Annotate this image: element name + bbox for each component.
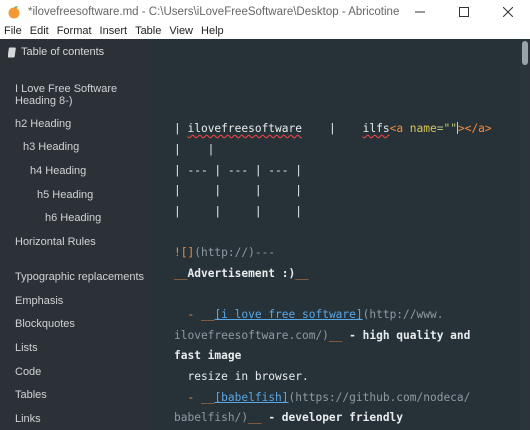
close-button[interactable] xyxy=(486,0,530,24)
editor-line-advertisement: __Advertisement :)__ xyxy=(174,267,309,280)
toc-item-links[interactable]: Links xyxy=(15,413,41,426)
menu-edit[interactable]: Edit xyxy=(30,24,49,39)
editor-line-table-separator: | --- | --- | --- | xyxy=(174,164,302,177)
markdown-editor[interactable]: | ilovefreesoftware | ilfs<a name=""></a… xyxy=(150,39,520,430)
abricotine-app-icon xyxy=(6,4,22,20)
editor-line-table-header: | ilovefreesoftware | ilfs<a name=""></a… xyxy=(174,122,492,135)
editor-line-list-item-1-cont: ilovefreesoftware.com/)__ - high quality… xyxy=(174,329,471,342)
toc-item-h5[interactable]: h5 Heading xyxy=(37,189,93,202)
editor-line-list-item-2: - __[babelfish](https://github.com/nodec… xyxy=(174,391,471,404)
toc-item-blockquotes[interactable]: Blockquotes xyxy=(15,318,75,331)
editor-line-2: | | xyxy=(174,143,215,156)
title-bar: *ilovefreesoftware.md - C:\Users\iLoveFr… xyxy=(0,0,530,24)
menu-bar: File Edit Format Insert Table View Help xyxy=(0,24,530,39)
minimize-icon xyxy=(415,11,425,13)
editor-line-image: ![](http://)--- xyxy=(174,246,276,259)
toc-item-h3[interactable]: h3 Heading xyxy=(23,141,79,154)
minimize-button[interactable] xyxy=(398,0,442,24)
editor-scrollbar[interactable] xyxy=(520,39,530,430)
maximize-icon xyxy=(459,7,469,17)
book-icon xyxy=(8,47,16,57)
toc-item-lists[interactable]: Lists xyxy=(15,342,38,355)
toc-item-emphasis[interactable]: Emphasis xyxy=(15,295,63,308)
window-title: *ilovefreesoftware.md - C:\Users\iLoveFr… xyxy=(28,6,400,18)
menu-table[interactable]: Table xyxy=(135,24,161,39)
scrollbar-thumb[interactable] xyxy=(522,41,528,65)
toc-item-typographic-replacements[interactable]: Typographic replacements xyxy=(15,271,144,284)
toc-header: Table of contents xyxy=(8,45,104,59)
toc-item-h6[interactable]: h6 Heading xyxy=(45,212,101,225)
toc-item-horizontal-rules[interactable]: Horizontal Rules xyxy=(15,236,96,249)
toc-title: Table of contents xyxy=(21,46,105,58)
editor-line-list-item-1-cont2: fast image xyxy=(174,349,242,362)
menu-view[interactable]: View xyxy=(169,24,193,39)
menu-format[interactable]: Format xyxy=(57,24,92,39)
editor-line-table-row-1: | | | | xyxy=(174,184,302,197)
toc-item-h4[interactable]: h4 Heading xyxy=(30,165,86,178)
menu-help[interactable]: Help xyxy=(201,24,224,39)
editor-line-table-row-2: | | | | xyxy=(174,205,302,218)
maximize-button[interactable] xyxy=(442,0,486,24)
editor-line-list-item-1-cont3: resize in browser. xyxy=(174,370,309,383)
toc-item-h1-line2[interactable]: Heading 8-) xyxy=(15,95,72,108)
close-icon xyxy=(503,7,513,17)
toc-sidebar: Table of contents I Love Free Software H… xyxy=(0,39,150,430)
editor-line-list-item-2-cont: babelfish/)__ - developer friendly xyxy=(174,411,404,424)
editor-line-list-item-1: - __[i love free software](http://www. xyxy=(174,308,444,321)
toc-item-code[interactable]: Code xyxy=(15,366,41,379)
toc-item-tables[interactable]: Tables xyxy=(15,389,47,402)
toc-item-h2[interactable]: h2 Heading xyxy=(15,118,71,131)
menu-insert[interactable]: Insert xyxy=(100,24,128,39)
menu-file[interactable]: File xyxy=(4,24,22,39)
